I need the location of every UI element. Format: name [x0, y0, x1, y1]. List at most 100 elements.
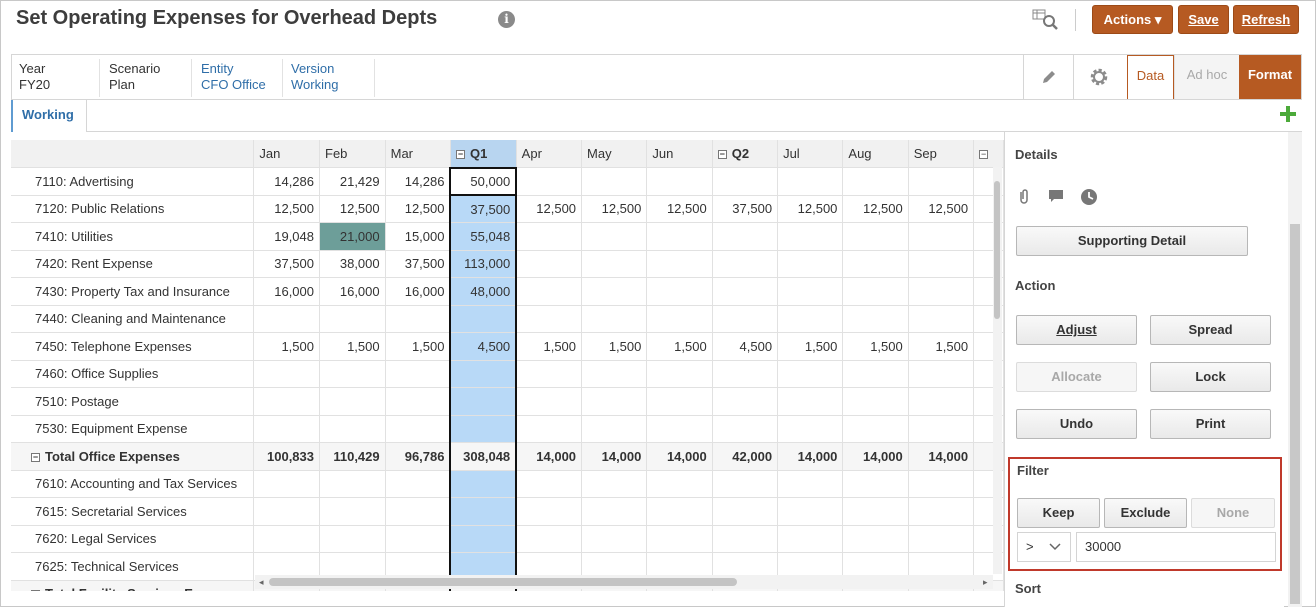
grid-cell[interactable] [646, 387, 713, 416]
grid-cell[interactable] [319, 305, 386, 333]
grid-cell[interactable] [712, 277, 779, 306]
row-header[interactable]: 7430: Property Tax and Insurance [11, 277, 255, 306]
grid-cell[interactable]: 1,500 [646, 332, 713, 361]
grid-cell[interactable] [385, 525, 451, 553]
grid-cell[interactable]: 14,000 [777, 442, 844, 471]
grid-cell[interactable] [253, 415, 320, 443]
row-header[interactable]: 7450: Telephone Expenses [11, 332, 255, 361]
grid-cell[interactable]: 42,000 [712, 442, 779, 471]
grid-cell[interactable]: 21,000 [319, 222, 386, 251]
grid-cell[interactable] [777, 415, 844, 443]
grid-cell[interactable]: 14,000 [646, 442, 713, 471]
add-tab-icon[interactable] [1280, 106, 1296, 122]
history-clock-icon[interactable] [1080, 188, 1098, 206]
grid-cell[interactable] [516, 222, 583, 251]
grid-cell[interactable]: 16,000 [319, 277, 386, 306]
keep-button[interactable]: Keep [1017, 498, 1100, 528]
grid-cell[interactable] [712, 387, 779, 416]
grid-cell[interactable] [842, 387, 909, 416]
column-header[interactable]: Aug [842, 140, 909, 168]
grid-cell[interactable] [319, 497, 386, 526]
row-header[interactable]: 7460: Office Supplies [11, 360, 255, 388]
row-header[interactable]: 7615: Secretarial Services [11, 497, 255, 526]
grid-cell[interactable] [712, 250, 779, 278]
row-header[interactable]: 7625: Technical Services [11, 552, 255, 581]
grid-cell[interactable] [777, 470, 844, 498]
grid-cell[interactable] [646, 277, 713, 306]
grid-cell[interactable]: 19,048 [253, 222, 320, 251]
row-header[interactable]: 7110: Advertising [11, 167, 255, 196]
grid-cell[interactable] [516, 277, 583, 306]
row-header[interactable]: 7610: Accounting and Tax Services [11, 470, 255, 498]
grid-cell[interactable]: 14,286 [385, 167, 451, 196]
grid-cell[interactable] [449, 360, 518, 388]
undo-button[interactable]: Undo [1016, 409, 1137, 439]
grid-horizontal-scrollbar[interactable] [255, 575, 993, 589]
grid-cell[interactable] [777, 222, 844, 251]
grid-cell[interactable] [646, 222, 713, 251]
panel-scrollbar[interactable] [1288, 132, 1302, 607]
grid-cell[interactable] [385, 387, 451, 416]
scroll-left-icon[interactable]: ◂ [259, 577, 264, 588]
row-header[interactable]: 7510: Postage [11, 387, 255, 416]
grid-cell[interactable] [581, 250, 648, 278]
grid-cell[interactable] [516, 470, 583, 498]
grid-cell[interactable]: 37,500 [712, 195, 779, 223]
grid-cell[interactable] [581, 360, 648, 388]
grid-cell[interactable]: 37,500 [385, 250, 451, 278]
grid-cell[interactable] [516, 387, 583, 416]
grid-cell[interactable] [319, 387, 386, 416]
grid-cell[interactable] [449, 387, 518, 416]
grid-cell[interactable]: 14,000 [581, 442, 648, 471]
tab-data[interactable]: Data [1127, 55, 1174, 99]
grid-cell[interactable] [777, 497, 844, 526]
grid-cell[interactable]: 1,500 [777, 332, 844, 361]
scroll-right-icon[interactable]: ▸ [983, 577, 988, 588]
row-header[interactable]: 7120: Public Relations [11, 195, 255, 223]
grid-cell[interactable]: 1,500 [516, 332, 583, 361]
grid-cell[interactable] [842, 305, 909, 333]
column-header[interactable]: Jan [253, 140, 320, 168]
grid-cell[interactable] [908, 497, 975, 526]
grid-cell[interactable] [581, 167, 648, 196]
grid-cell[interactable] [253, 387, 320, 416]
actions-button[interactable]: Actions ▾ [1092, 5, 1173, 34]
grid-cell[interactable] [908, 525, 975, 553]
column-header[interactable]: − Q2 [712, 140, 779, 168]
grid-cell[interactable] [319, 470, 386, 498]
grid-cell[interactable] [777, 387, 844, 416]
grid-cell[interactable] [777, 277, 844, 306]
grid-cell[interactable]: 1,500 [385, 332, 451, 361]
grid-cell[interactable]: 14,000 [842, 442, 909, 471]
grid-cell[interactable] [516, 250, 583, 278]
grid-cell[interactable]: 113,000 [449, 250, 518, 278]
grid-cell[interactable] [712, 360, 779, 388]
grid-cell[interactable] [842, 470, 909, 498]
grid-cell[interactable]: 96,786 [385, 442, 451, 471]
column-header[interactable]: Sep [908, 140, 975, 168]
grid-cell[interactable] [842, 167, 909, 196]
grid-cell[interactable]: 14,000 [908, 442, 975, 471]
collapse-icon[interactable]: − [455, 149, 465, 159]
grid-cell[interactable]: 1,500 [319, 332, 386, 361]
grid-cell[interactable] [581, 387, 648, 416]
grid-vertical-scrollbar[interactable] [993, 167, 1002, 574]
grid-cell[interactable]: 4,500 [449, 332, 518, 361]
grid-cell[interactable] [581, 497, 648, 526]
grid-cell[interactable]: 14,000 [516, 442, 583, 471]
grid-cell[interactable] [908, 250, 975, 278]
filter-operator-select[interactable]: > [1017, 532, 1071, 562]
grid-cell[interactable]: 55,048 [449, 222, 518, 251]
grid-cell[interactable]: 1,500 [581, 332, 648, 361]
grid-cell[interactable] [712, 470, 779, 498]
column-header[interactable]: May [581, 140, 648, 168]
grid-cell[interactable] [646, 525, 713, 553]
pov-version[interactable]: Version Working [291, 61, 338, 93]
grid-cell[interactable] [908, 387, 975, 416]
grid-cell[interactable] [449, 305, 518, 333]
grid-cell[interactable] [581, 277, 648, 306]
grid-cell[interactable] [449, 525, 518, 553]
grid-cell[interactable] [516, 415, 583, 443]
grid-cell[interactable]: 12,500 [777, 195, 844, 223]
grid-cell[interactable] [842, 415, 909, 443]
